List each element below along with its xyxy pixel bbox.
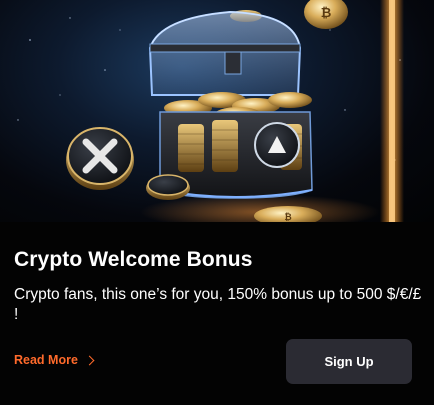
svg-text:₿: ₿ (284, 212, 291, 222)
svg-text:₿: ₿ (321, 6, 332, 21)
read-more-link[interactable]: Read More (14, 353, 95, 367)
read-more-label: Read More (14, 353, 78, 367)
promo-title: Crypto Welcome Bonus (14, 248, 253, 271)
treasure-chest-illustration: ₿ ₿ (17, 0, 404, 222)
promo-card: ₿ ₿ Crypto Welcome Bonus Crypto fans, th… (0, 0, 434, 405)
promo-description: Crypto fans, this one’s for you, 150% bo… (14, 286, 422, 323)
chevron-right-icon (84, 355, 95, 366)
sign-up-button[interactable]: Sign Up (286, 339, 412, 384)
hero-image: ₿ ₿ (0, 0, 434, 222)
promo-content: Crypto Welcome Bonus Crypto fans, this o… (0, 222, 434, 405)
